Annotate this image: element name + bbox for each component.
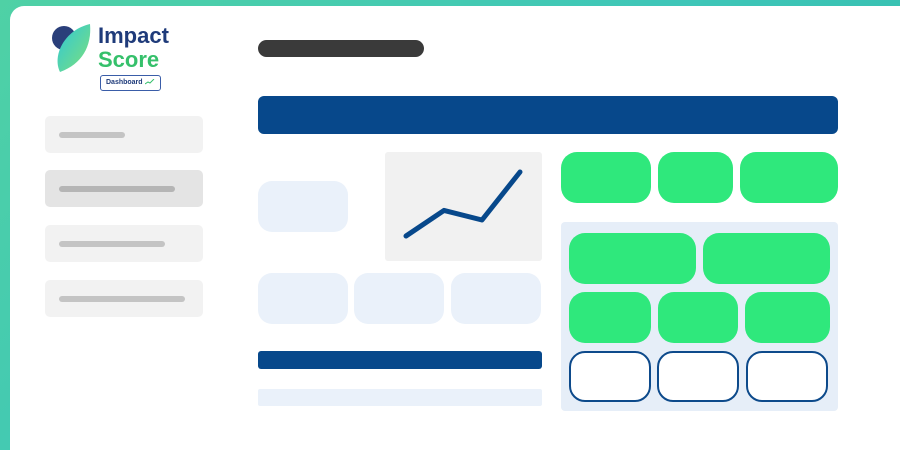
logo-badge: Dashboard: [100, 75, 161, 91]
stat-card[interactable]: [258, 273, 348, 324]
stat-card[interactable]: [451, 273, 541, 324]
logo-title: Impact: [98, 23, 169, 48]
green-tile[interactable]: [561, 152, 651, 203]
leaf-icon: [52, 24, 91, 72]
green-tile[interactable]: [569, 292, 651, 343]
outlined-tile[interactable]: [657, 351, 739, 402]
trend-arrow-icon: [144, 78, 154, 85]
section-header-bar: [258, 351, 542, 369]
green-tile[interactable]: [658, 292, 738, 343]
sidebar-item-label-placeholder: [59, 186, 175, 192]
chart-series-line: [403, 169, 523, 239]
sidebar-item-label-placeholder: [59, 132, 125, 138]
stat-card[interactable]: [354, 273, 444, 324]
sidebar-item-4[interactable]: [45, 280, 203, 317]
line-chart-svg: [403, 169, 523, 239]
stat-card[interactable]: [258, 181, 348, 232]
green-tile[interactable]: [703, 233, 830, 284]
sidebar-item-3[interactable]: [45, 225, 203, 262]
green-tile[interactable]: [658, 152, 733, 203]
outlined-tile[interactable]: [569, 351, 651, 402]
green-tile[interactable]: [740, 152, 838, 203]
line-chart: [385, 152, 542, 261]
green-tile[interactable]: [569, 233, 696, 284]
outlined-tile[interactable]: [746, 351, 828, 402]
logo-subtitle: Score: [98, 47, 160, 72]
section-content-bar: [258, 389, 542, 406]
page-title-placeholder: [258, 40, 424, 57]
logo[interactable]: Impact Score Dashboard: [50, 20, 200, 92]
logo-badge-label: Dashboard: [106, 79, 143, 86]
sidebar-item-label-placeholder: [59, 241, 165, 247]
header-banner: [258, 96, 838, 134]
sidebar-item-2[interactable]: [45, 170, 203, 207]
green-tile[interactable]: [745, 292, 830, 343]
sidebar-item-1[interactable]: [45, 116, 203, 153]
sidebar-item-label-placeholder: [59, 296, 185, 302]
